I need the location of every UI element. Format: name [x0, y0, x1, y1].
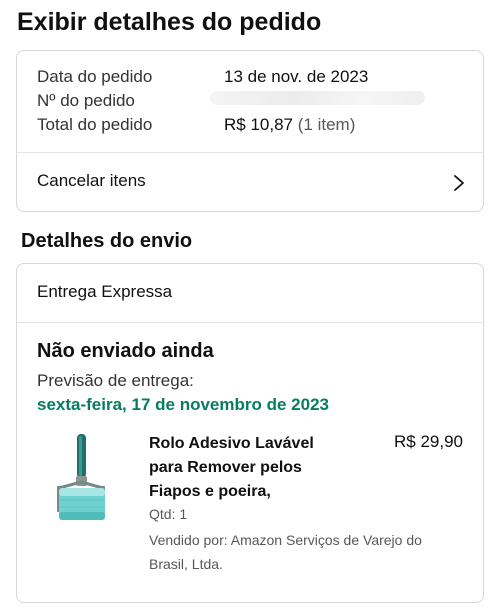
order-number-redacted [210, 91, 425, 105]
delivery-estimate-label: Previsão de entrega: [37, 371, 194, 390]
order-date-value: 13 de nov. de 2023 [224, 67, 369, 86]
product-seller: Vendido por: Amazon Serviços de Varejo d… [149, 532, 422, 572]
divider [17, 322, 483, 323]
product-title-link[interactable]: Rolo Adesivo Lavável para Remover pelos … [149, 432, 339, 504]
shipping-section-title: Detalhes do envio [21, 230, 193, 252]
shipment-status: Não enviado ainda [37, 340, 214, 362]
order-summary-card: Data do pedido 13 de nov. de 2023 Nº do … [16, 50, 484, 212]
product-image[interactable] [53, 432, 111, 524]
order-total-label: Total do pedido [37, 115, 153, 134]
cancel-items-label: Cancelar itens [37, 171, 146, 190]
order-total-amount: R$ 10,87 [224, 115, 293, 134]
cancel-items-row[interactable]: Cancelar itens [17, 153, 483, 211]
order-total-items: (1 item) [297, 115, 356, 134]
shipping-card: Entrega Expressa Não enviado ainda Previ… [16, 263, 484, 603]
page-title: Exibir detalhes do pedido [17, 8, 322, 36]
shipping-method: Entrega Expressa [37, 282, 173, 301]
product-price: R$ 29,90 [394, 432, 463, 451]
product-quantity: Qtd: 1 [149, 506, 188, 522]
order-number-label: Nº do pedido [37, 91, 135, 110]
order-total-value: R$ 10,87 (1 item) [224, 115, 355, 135]
chevron-right-icon [454, 175, 464, 191]
delivery-estimate-date: sexta-feira, 17 de novembro de 2023 [37, 395, 329, 414]
order-date-label: Data do pedido [37, 67, 153, 86]
